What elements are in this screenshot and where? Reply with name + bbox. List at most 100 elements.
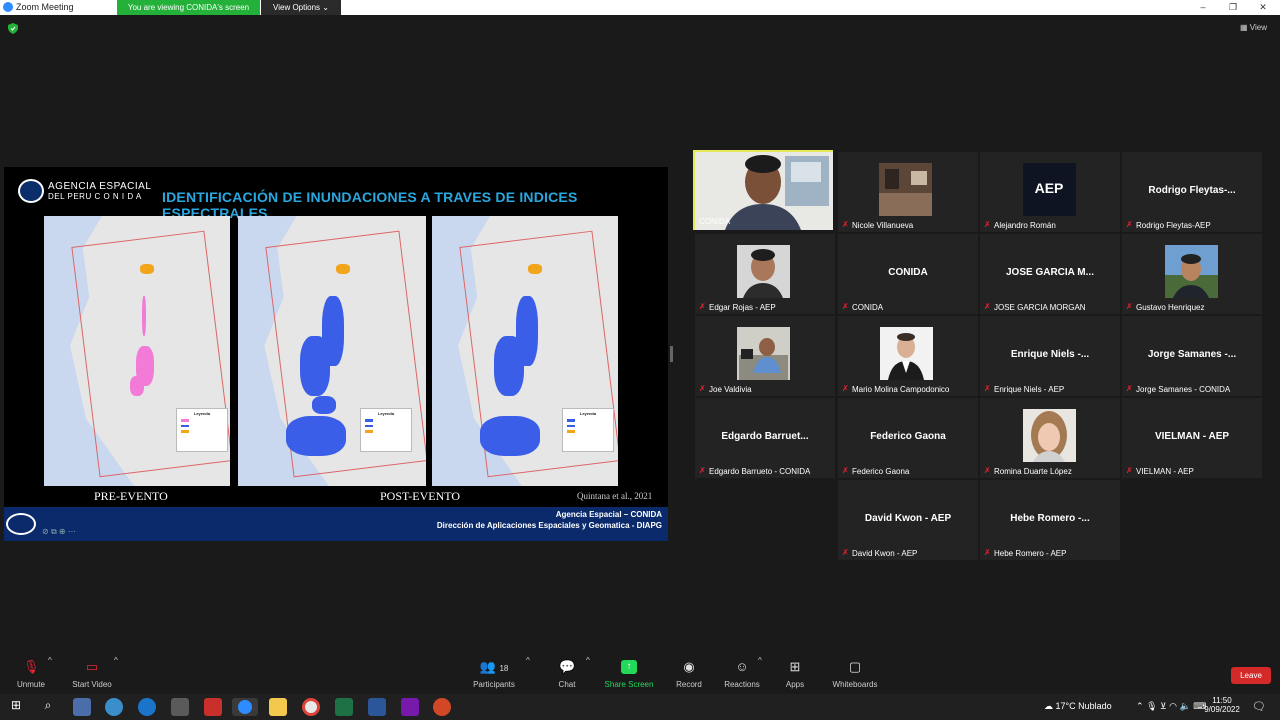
copy-icon[interactable]: ⧉ <box>51 527 57 536</box>
shared-screen: AGENCIA ESPACIAL DEL PERU C O N I D A ID… <box>4 167 668 541</box>
flood-area <box>130 376 144 396</box>
unmute-button[interactable]: 🎙 Unmute <box>12 656 50 694</box>
app-icon[interactable] <box>105 698 123 716</box>
network-icon: ⊻ <box>1160 701 1167 711</box>
chat-button[interactable]: 💬 Chat <box>552 656 582 694</box>
legend-swatch <box>365 430 373 433</box>
participant-tile[interactable]: ✗ Nicole Villanueva <box>838 152 978 232</box>
participant-display-name: Jorge Samanes -... <box>1147 349 1237 360</box>
notifications-icon[interactable]: 🗨 <box>1252 700 1266 713</box>
participant-tile[interactable]: David Kwon - AEP ✗ David Kwon - AEP <box>838 480 978 560</box>
clock[interactable]: 11:50 9/09/2022 <box>1200 696 1244 714</box>
participant-tile[interactable]: ✗ Romina Duarte López <box>980 398 1120 478</box>
participant-photo <box>880 327 933 380</box>
participant-display-name: VIELMAN - AEP <box>1154 431 1230 442</box>
legend-swatch <box>365 419 373 422</box>
participant-tile[interactable]: Enrique Niels -... ✗ Enrique Niels - AEP <box>980 316 1120 396</box>
participant-name: Joe Valdivia <box>709 385 752 394</box>
slide-citation: Quintana et al., 2021 <box>577 491 653 501</box>
participants-label: Participants <box>473 680 515 689</box>
minimize-button[interactable]: – <box>1188 0 1218 15</box>
audio-options-caret[interactable]: ^ <box>48 656 52 694</box>
acrobat-icon[interactable] <box>204 698 222 716</box>
participant-tile[interactable]: VIELMAN - AEP ✗ VIELMAN - AEP <box>1122 398 1262 478</box>
participant-tile[interactable]: ✗ Mario Molina Campodonico <box>838 316 978 396</box>
participant-display-name: Hebe Romero -... <box>1010 513 1090 524</box>
start-video-button[interactable]: ▭ Start Video <box>70 656 114 694</box>
word-icon[interactable] <box>368 698 386 716</box>
slide-org-name: AGENCIA ESPACIAL <box>48 181 152 192</box>
wifi-icon: ◠ <box>1169 701 1177 711</box>
share-screen-icon: ↑ <box>621 660 637 674</box>
participant-photo <box>737 327 790 380</box>
participant-tile[interactable]: Edgardo Barruet... ✗ Edgardo Barrueto - … <box>695 398 835 478</box>
more-icon[interactable]: ⋯ <box>68 527 76 536</box>
restore-button[interactable]: ❐ <box>1218 0 1248 15</box>
legend-title: Leyenda <box>579 411 597 416</box>
aep-logo-icon <box>18 179 44 203</box>
participant-display-name: Enrique Niels -... <box>1010 349 1090 360</box>
legend-swatch <box>365 425 373 427</box>
tray-icons[interactable]: ⌃ 🎙 ⊻ ◠ 🔈 ⌨ <box>1136 701 1206 712</box>
search-icon[interactable]: ⌕ <box>39 698 57 716</box>
chat-caret[interactable]: ^ <box>586 656 590 694</box>
view-options-button[interactable]: View Options ⌄ <box>261 0 341 15</box>
participant-tile[interactable]: Hebe Romero -... ✗ Hebe Romero - AEP <box>980 480 1120 560</box>
video-options-caret[interactable]: ^ <box>114 656 118 694</box>
excel-icon[interactable] <box>335 698 353 716</box>
reactions-caret[interactable]: ^ <box>758 656 762 694</box>
zoom-icon[interactable]: ⊕ <box>59 527 66 536</box>
pen-icon[interactable]: ⊘ <box>42 527 49 536</box>
edge-icon[interactable] <box>138 698 156 716</box>
participant-photo <box>737 245 790 298</box>
file-explorer-icon[interactable] <box>269 698 287 716</box>
apps-button[interactable]: ⊞ Apps <box>780 656 810 694</box>
security-shield-icon[interactable] <box>8 23 18 34</box>
view-menu-button[interactable]: ▦ View <box>1240 23 1267 32</box>
slide-footer: Agencia Espacial – CONIDA Dirección de A… <box>4 507 668 541</box>
leave-button[interactable]: Leave <box>1231 667 1271 684</box>
participant-tile[interactable]: Federico Gaona ✗ Federico Gaona <box>838 398 978 478</box>
map-legend: Leyenda <box>562 408 614 452</box>
urban-area <box>140 264 154 274</box>
participant-tile[interactable]: ✗ Gustavo Henriquez <box>1122 234 1262 314</box>
windows-start-icon[interactable]: ⊞ <box>7 698 25 716</box>
muted-mic-icon: ✗ <box>699 384 706 393</box>
participant-tile[interactable]: Rodrigo Fleytas-... ✗ Rodrigo Fleytas-AE… <box>1122 152 1262 232</box>
participant-tile[interactable]: CONIDA <box>693 150 833 230</box>
participant-tile[interactable]: JOSE GARCIA M... ✗ JOSE GARCIA MORGAN <box>980 234 1120 314</box>
participant-tile[interactable]: ✗ Joe Valdivia <box>695 316 835 396</box>
participant-display-name: Rodrigo Fleytas-... <box>1148 185 1236 196</box>
weather-widget[interactable]: ☁ 17°C Nublado <box>1044 701 1112 712</box>
zoom-taskbar-icon[interactable] <box>232 698 258 716</box>
reactions-icon: ☺ <box>735 659 749 674</box>
whiteboards-button[interactable]: ▢ Whiteboards <box>830 656 880 694</box>
participant-name: Nicole Villanueva <box>852 221 914 230</box>
participants-caret[interactable]: ^ <box>526 656 530 694</box>
participant-tile[interactable]: CONIDA ✗ CONIDA <box>838 234 978 314</box>
participants-button[interactable]: 👥 18 Participants <box>470 656 518 694</box>
powerpoint-icon[interactable] <box>433 698 451 716</box>
record-icon: ◉ <box>683 659 695 674</box>
pre-event-label: PRE-EVENTO <box>94 489 168 503</box>
participant-tile[interactable]: ✗ Edgar Rojas - AEP <box>695 234 835 314</box>
participant-tile[interactable]: AEP ✗ Alejandro Román <box>980 152 1120 232</box>
chrome-icon[interactable] <box>302 698 320 716</box>
flood-area <box>300 336 330 396</box>
participant-display-name: Federico Gaona <box>870 431 946 442</box>
map-post-event: Leyenda <box>238 216 426 486</box>
participant-name: CONIDA <box>699 217 731 226</box>
onenote-icon[interactable] <box>401 698 419 716</box>
calculator-icon[interactable] <box>73 698 91 716</box>
flood-area <box>480 416 540 456</box>
participant-name: VIELMAN - AEP <box>1136 467 1194 476</box>
reactions-button[interactable]: ☺ Reactions <box>722 656 762 694</box>
participant-display-name: David Kwon - AEP <box>864 513 952 524</box>
share-screen-button[interactable]: ↑ Share Screen <box>602 656 656 694</box>
record-button[interactable]: ◉ Record <box>672 656 706 694</box>
close-button[interactable]: ✕ <box>1248 0 1278 15</box>
participant-tile[interactable]: Jorge Samanes -... ✗ Jorge Samanes - CON… <box>1122 316 1262 396</box>
app-icon[interactable] <box>171 698 189 716</box>
participant-name: Jorge Samanes - CONIDA <box>1136 385 1231 394</box>
splitter-handle[interactable] <box>670 346 673 362</box>
